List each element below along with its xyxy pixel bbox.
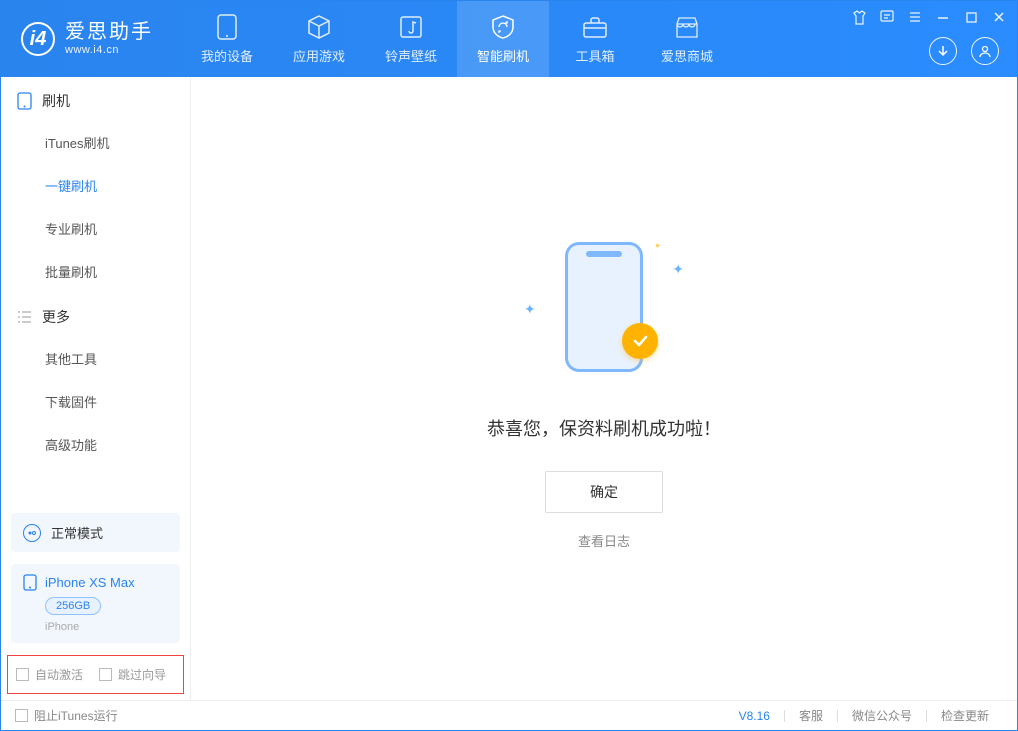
account-button[interactable] xyxy=(971,37,999,65)
version-label[interactable]: V8.16 xyxy=(725,709,784,723)
device-type: iPhone xyxy=(45,621,168,633)
menu-icon[interactable] xyxy=(907,9,923,25)
tab-toolbox[interactable]: 工具箱 xyxy=(549,1,641,77)
shirt-icon[interactable] xyxy=(851,9,867,25)
tab-apps-games[interactable]: 应用游戏 xyxy=(273,1,365,77)
phone-icon xyxy=(17,92,32,110)
title-bar: i4 爱思助手 www.i4.cn 我的设备 应用游戏 铃声壁纸 智能刷机 工具… xyxy=(1,1,1017,77)
ok-button[interactable]: 确定 xyxy=(545,471,663,513)
main-content: ✦ ✦ • 恭喜您，保资料刷机成功啦！ 确定 查看日志 xyxy=(191,77,1017,700)
view-log-link[interactable]: 查看日志 xyxy=(578,531,630,550)
list-icon xyxy=(17,310,32,324)
minimize-button[interactable] xyxy=(935,9,951,25)
logo: i4 爱思助手 www.i4.cn xyxy=(1,20,181,57)
toolbox-icon xyxy=(582,14,608,40)
sidebar-item-oneclick-flash[interactable]: 一键刷机 xyxy=(1,164,190,207)
app-subtitle: www.i4.cn xyxy=(65,44,153,57)
tab-store[interactable]: 爱思商城 xyxy=(641,1,733,77)
close-button[interactable] xyxy=(991,9,1007,25)
success-illustration: ✦ ✦ • xyxy=(514,227,694,387)
checkbox-block-itunes[interactable]: 阻止iTunes运行 xyxy=(15,707,118,724)
tab-smart-flash[interactable]: 智能刷机 xyxy=(457,1,549,77)
cube-icon xyxy=(306,14,332,40)
wechat-link[interactable]: 微信公众号 xyxy=(838,707,926,724)
sparkle-icon: • xyxy=(655,237,660,253)
flash-options-highlighted: 自动激活 跳过向导 xyxy=(7,655,184,694)
device-capacity: 256GB xyxy=(45,597,101,615)
shield-sync-icon xyxy=(490,14,516,40)
checkmark-badge-icon xyxy=(622,323,658,359)
tab-ringtones[interactable]: 铃声壁纸 xyxy=(365,1,457,77)
music-icon xyxy=(398,14,424,40)
success-message: 恭喜您，保资料刷机成功啦！ xyxy=(487,415,721,441)
device-info[interactable]: iPhone XS Max 256GB iPhone xyxy=(11,564,180,643)
logo-icon: i4 xyxy=(21,22,55,56)
sidebar-section-more: 更多 xyxy=(1,293,190,337)
checkbox-auto-activate[interactable]: 自动激活 xyxy=(16,666,83,683)
check-update-link[interactable]: 检查更新 xyxy=(927,707,1003,724)
maximize-button[interactable] xyxy=(963,9,979,25)
sidebar-item-advanced[interactable]: 高级功能 xyxy=(1,423,190,466)
device-mode[interactable]: 正常模式 xyxy=(11,513,180,552)
phone-icon xyxy=(23,574,37,591)
store-icon xyxy=(674,14,700,40)
status-bar: 阻止iTunes运行 V8.16 客服 微信公众号 检查更新 xyxy=(1,700,1017,730)
app-title: 爱思助手 xyxy=(65,20,153,44)
customer-service-link[interactable]: 客服 xyxy=(785,707,837,724)
device-icon xyxy=(214,14,240,40)
mode-icon xyxy=(23,524,41,542)
sidebar-item-itunes-flash[interactable]: iTunes刷机 xyxy=(1,121,190,164)
sidebar-item-download-fw[interactable]: 下载固件 xyxy=(1,380,190,423)
main-tabs: 我的设备 应用游戏 铃声壁纸 智能刷机 工具箱 爱思商城 xyxy=(181,1,733,77)
sidebar-item-batch-flash[interactable]: 批量刷机 xyxy=(1,250,190,293)
checkbox-skip-guide[interactable]: 跳过向导 xyxy=(99,666,166,683)
sidebar-item-pro-flash[interactable]: 专业刷机 xyxy=(1,207,190,250)
feedback-icon[interactable] xyxy=(879,9,895,25)
sidebar-section-flash: 刷机 xyxy=(1,77,190,121)
download-button[interactable] xyxy=(929,37,957,65)
sparkle-icon: ✦ xyxy=(672,261,684,278)
sparkle-icon: ✦ xyxy=(524,301,536,318)
sidebar: 刷机 iTunes刷机 一键刷机 专业刷机 批量刷机 更多 其他工具 下载固件 … xyxy=(1,77,191,700)
sidebar-item-other-tools[interactable]: 其他工具 xyxy=(1,337,190,380)
tab-my-device[interactable]: 我的设备 xyxy=(181,1,273,77)
window-controls xyxy=(851,9,1007,25)
device-name: iPhone XS Max xyxy=(45,575,135,590)
